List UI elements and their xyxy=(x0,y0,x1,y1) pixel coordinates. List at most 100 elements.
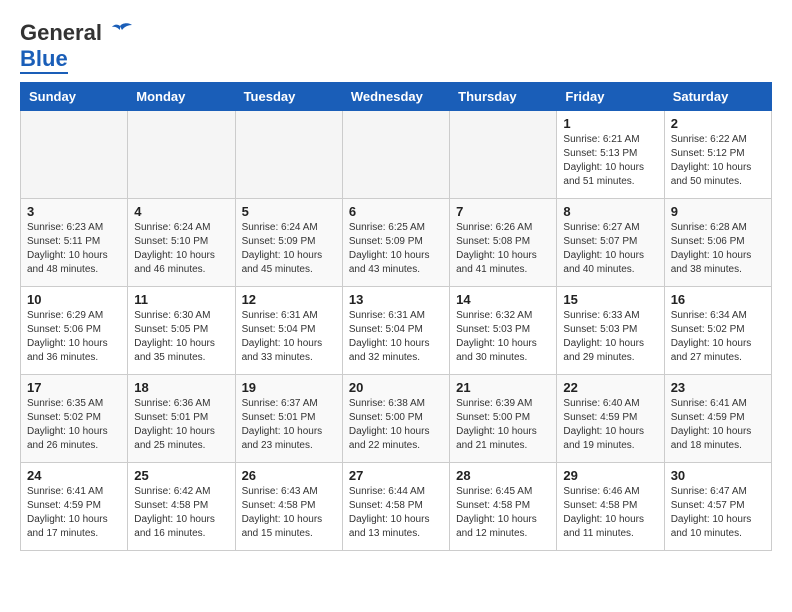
calendar-cell: 22 Sunrise: 6:40 AMSunset: 4:59 PMDayligh… xyxy=(557,375,664,463)
weekday-header: Thursday xyxy=(450,83,557,111)
day-number: 3 xyxy=(27,204,121,219)
day-number: 1 xyxy=(563,116,657,131)
calendar-week-row: 24Sunrise: 6:41 AMSunset: 4:59 PMDayligh… xyxy=(21,463,772,551)
calendar-cell: 12 Sunrise: 6:31 AMSunset: 5:04 PMDayligh… xyxy=(235,287,342,375)
logo-blue: Blue xyxy=(20,46,68,74)
cell-info: Sunrise: 6:39 AMSunset: 5:00 PMDaylight:… xyxy=(456,397,550,453)
weekday-header: Wednesday xyxy=(342,83,449,111)
calendar-cell: 2 Sunrise: 6:22 AMSunset: 5:12 PMDaylight… xyxy=(664,111,771,199)
cell-info: Sunrise: 6:25 AMSunset: 5:09 PMDaylight:… xyxy=(349,221,443,277)
cell-info: Sunrise: 6:36 AMSunset: 5:01 PMDaylight:… xyxy=(134,397,228,453)
day-number: 20 xyxy=(349,380,443,395)
calendar-table: SundayMondayTuesdayWednesdayThursdayFrid… xyxy=(20,82,772,551)
day-number: 5 xyxy=(242,204,336,219)
day-number: 4 xyxy=(134,204,228,219)
cell-info: Sunrise: 6:37 AMSunset: 5:01 PMDaylight:… xyxy=(242,397,336,453)
calendar-cell xyxy=(450,111,557,199)
calendar-cell: 14 Sunrise: 6:32 AMSunset: 5:03 PMDayligh… xyxy=(450,287,557,375)
calendar-week-row: 3 Sunrise: 6:23 AMSunset: 5:11 PMDaylight… xyxy=(21,199,772,287)
calendar-cell: 26Sunrise: 6:43 AMSunset: 4:58 PMDayligh… xyxy=(235,463,342,551)
weekday-header: Saturday xyxy=(664,83,771,111)
cell-info: Sunrise: 6:26 AMSunset: 5:08 PMDaylight:… xyxy=(456,221,550,277)
cell-info: Sunrise: 6:42 AMSunset: 4:58 PMDaylight:… xyxy=(134,485,228,541)
calendar-cell xyxy=(128,111,235,199)
cell-info: Sunrise: 6:34 AMSunset: 5:02 PMDaylight:… xyxy=(671,309,765,365)
day-number: 12 xyxy=(242,292,336,307)
cell-info: Sunrise: 6:47 AMSunset: 4:57 PMDaylight:… xyxy=(671,485,765,541)
calendar-cell: 16 Sunrise: 6:34 AMSunset: 5:02 PMDayligh… xyxy=(664,287,771,375)
day-number: 25 xyxy=(134,468,228,483)
calendar-cell xyxy=(342,111,449,199)
calendar-cell: 18 Sunrise: 6:36 AMSunset: 5:01 PMDayligh… xyxy=(128,375,235,463)
day-number: 2 xyxy=(671,116,765,131)
day-number: 30 xyxy=(671,468,765,483)
calendar-week-row: 17Sunrise: 6:35 AMSunset: 5:02 PMDayligh… xyxy=(21,375,772,463)
logo: General Blue xyxy=(20,20,134,72)
calendar-cell: 21Sunrise: 6:39 AMSunset: 5:00 PMDayligh… xyxy=(450,375,557,463)
cell-info: Sunrise: 6:22 AMSunset: 5:12 PMDaylight:… xyxy=(671,133,765,189)
day-number: 29 xyxy=(563,468,657,483)
weekday-header: Monday xyxy=(128,83,235,111)
calendar-week-row: 10Sunrise: 6:29 AMSunset: 5:06 PMDayligh… xyxy=(21,287,772,375)
calendar-cell: 3 Sunrise: 6:23 AMSunset: 5:11 PMDaylight… xyxy=(21,199,128,287)
day-number: 13 xyxy=(349,292,443,307)
calendar-cell: 25 Sunrise: 6:42 AMSunset: 4:58 PMDayligh… xyxy=(128,463,235,551)
day-number: 11 xyxy=(134,292,228,307)
cell-info: Sunrise: 6:38 AMSunset: 5:00 PMDaylight:… xyxy=(349,397,443,453)
calendar-cell: 9 Sunrise: 6:28 AMSunset: 5:06 PMDaylight… xyxy=(664,199,771,287)
cell-info: Sunrise: 6:24 AMSunset: 5:09 PMDaylight:… xyxy=(242,221,336,277)
day-number: 26 xyxy=(242,468,336,483)
cell-info: Sunrise: 6:23 AMSunset: 5:11 PMDaylight:… xyxy=(27,221,121,277)
calendar-cell: 10Sunrise: 6:29 AMSunset: 5:06 PMDayligh… xyxy=(21,287,128,375)
calendar-cell: 17Sunrise: 6:35 AMSunset: 5:02 PMDayligh… xyxy=(21,375,128,463)
calendar-cell: 19 Sunrise: 6:37 AMSunset: 5:01 PMDayligh… xyxy=(235,375,342,463)
day-number: 14 xyxy=(456,292,550,307)
day-number: 28 xyxy=(456,468,550,483)
calendar-cell: 13 Sunrise: 6:31 AMSunset: 5:04 PMDayligh… xyxy=(342,287,449,375)
cell-info: Sunrise: 6:31 AMSunset: 5:04 PMDaylight:… xyxy=(242,309,336,365)
cell-info: Sunrise: 6:30 AMSunset: 5:05 PMDaylight:… xyxy=(134,309,228,365)
cell-info: Sunrise: 6:31 AMSunset: 5:04 PMDaylight:… xyxy=(349,309,443,365)
cell-info: Sunrise: 6:45 AMSunset: 4:58 PMDaylight:… xyxy=(456,485,550,541)
calendar-cell: 6 Sunrise: 6:25 AMSunset: 5:09 PMDaylight… xyxy=(342,199,449,287)
day-number: 23 xyxy=(671,380,765,395)
page-header: General Blue xyxy=(20,20,772,72)
logo-bird-icon xyxy=(106,22,134,44)
cell-info: Sunrise: 6:33 AMSunset: 5:03 PMDaylight:… xyxy=(563,309,657,365)
cell-info: Sunrise: 6:41 AMSunset: 4:59 PMDaylight:… xyxy=(671,397,765,453)
calendar-cell: 28 Sunrise: 6:45 AMSunset: 4:58 PMDayligh… xyxy=(450,463,557,551)
weekday-header: Tuesday xyxy=(235,83,342,111)
cell-info: Sunrise: 6:44 AMSunset: 4:58 PMDaylight:… xyxy=(349,485,443,541)
calendar-cell: 15 Sunrise: 6:33 AMSunset: 5:03 PMDayligh… xyxy=(557,287,664,375)
cell-info: Sunrise: 6:29 AMSunset: 5:06 PMDaylight:… xyxy=(27,309,121,365)
day-number: 16 xyxy=(671,292,765,307)
weekday-header: Friday xyxy=(557,83,664,111)
calendar-cell xyxy=(21,111,128,199)
day-number: 18 xyxy=(134,380,228,395)
calendar-cell: 4 Sunrise: 6:24 AMSunset: 5:10 PMDaylight… xyxy=(128,199,235,287)
calendar-cell: 27Sunrise: 6:44 AMSunset: 4:58 PMDayligh… xyxy=(342,463,449,551)
cell-info: Sunrise: 6:21 AMSunset: 5:13 PMDaylight:… xyxy=(563,133,657,189)
day-number: 19 xyxy=(242,380,336,395)
cell-info: Sunrise: 6:35 AMSunset: 5:02 PMDaylight:… xyxy=(27,397,121,453)
day-number: 24 xyxy=(27,468,121,483)
calendar-week-row: 1 Sunrise: 6:21 AMSunset: 5:13 PMDaylight… xyxy=(21,111,772,199)
day-number: 15 xyxy=(563,292,657,307)
cell-info: Sunrise: 6:40 AMSunset: 4:59 PMDaylight:… xyxy=(563,397,657,453)
day-number: 8 xyxy=(563,204,657,219)
cell-info: Sunrise: 6:32 AMSunset: 5:03 PMDaylight:… xyxy=(456,309,550,365)
day-number: 7 xyxy=(456,204,550,219)
calendar-cell: 7 Sunrise: 6:26 AMSunset: 5:08 PMDaylight… xyxy=(450,199,557,287)
calendar-cell: 29Sunrise: 6:46 AMSunset: 4:58 PMDayligh… xyxy=(557,463,664,551)
cell-info: Sunrise: 6:27 AMSunset: 5:07 PMDaylight:… xyxy=(563,221,657,277)
cell-info: Sunrise: 6:24 AMSunset: 5:10 PMDaylight:… xyxy=(134,221,228,277)
cell-info: Sunrise: 6:28 AMSunset: 5:06 PMDaylight:… xyxy=(671,221,765,277)
day-number: 6 xyxy=(349,204,443,219)
calendar-cell: 20 Sunrise: 6:38 AMSunset: 5:00 PMDayligh… xyxy=(342,375,449,463)
day-number: 9 xyxy=(671,204,765,219)
day-number: 22 xyxy=(563,380,657,395)
calendar-cell: 11 Sunrise: 6:30 AMSunset: 5:05 PMDayligh… xyxy=(128,287,235,375)
logo-general: General xyxy=(20,20,102,46)
weekday-header: Sunday xyxy=(21,83,128,111)
calendar-cell: 24Sunrise: 6:41 AMSunset: 4:59 PMDayligh… xyxy=(21,463,128,551)
